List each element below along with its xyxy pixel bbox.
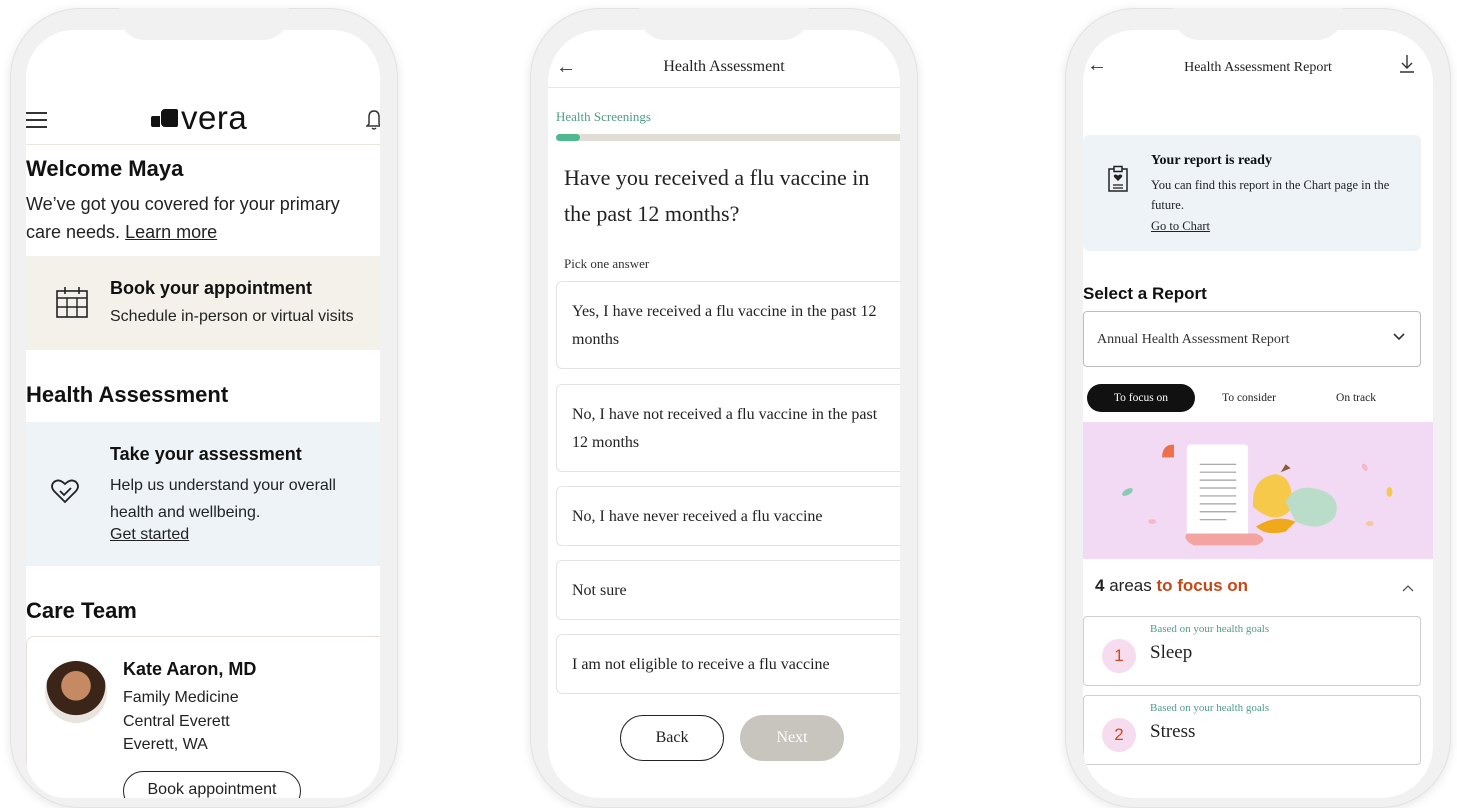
pick-one-label: Pick one answer — [564, 256, 650, 271]
book-card-title: Book your appointment — [110, 278, 312, 298]
report-tabs: To focus on To consider On track — [1087, 384, 1421, 412]
book-appointment-card[interactable]: Book your appointment Schedule in-person… — [26, 256, 380, 350]
answer-option[interactable]: No, I have never received a flu vaccine — [556, 486, 900, 546]
menu-icon[interactable] — [26, 112, 48, 128]
areas-accent: to focus on — [1156, 576, 1249, 595]
back-button[interactable]: Back — [620, 715, 724, 761]
chevron-up-icon[interactable] — [1401, 584, 1415, 593]
areas-count: 4 — [1095, 576, 1105, 595]
tab-on-track[interactable]: On track — [1315, 384, 1397, 412]
tab-to-consider[interactable]: To consider — [1199, 384, 1299, 412]
areas-heading: 4 areas to focus on — [1095, 576, 1248, 596]
calendar-icon — [56, 287, 88, 318]
report-screen: ← Health Assessment Report Your report i… — [1083, 30, 1433, 798]
report-select[interactable]: Annual Health Assessment Report — [1083, 311, 1421, 367]
welcome-section: Welcome Maya We’ve got you covered for y… — [26, 156, 366, 246]
area-number: 2 — [1102, 718, 1136, 752]
phone-notch — [119, 8, 289, 40]
report-illustration — [1083, 422, 1433, 559]
vera-logo-icon — [151, 109, 178, 127]
go-to-chart-link[interactable]: Go to Chart — [1151, 219, 1210, 234]
home-screen: vera Welcome Maya We’ve got you covered … — [26, 30, 380, 798]
area-based-on: Based on your health goals — [1150, 623, 1270, 635]
doctor-avatar — [45, 661, 107, 723]
learn-more-link[interactable]: Learn more — [125, 222, 217, 242]
health-assessment-heading: Health Assessment — [26, 382, 229, 407]
report-ready-text: You can find this report in the Chart pa… — [1151, 178, 1390, 212]
assessment-title: Health Assessment — [663, 58, 785, 75]
report-ready-title: Your report is ready — [1151, 153, 1272, 168]
care-team-heading: Care Team — [26, 598, 137, 623]
assessment-card-subtitle: Help us understand your overall health a… — [110, 477, 336, 521]
heart-check-icon — [51, 479, 79, 504]
progress-bar — [556, 134, 900, 141]
chevron-down-icon — [1393, 333, 1405, 341]
answer-option[interactable]: I am not eligible to receive a flu vacci… — [556, 634, 900, 694]
answer-option[interactable]: Yes, I have received a flu vaccine in th… — [556, 281, 900, 369]
progress-fill — [556, 134, 581, 141]
area-name: Stress — [1150, 721, 1196, 742]
download-icon[interactable] — [1399, 54, 1415, 74]
bell-icon[interactable] — [366, 107, 380, 131]
next-button[interactable]: Next — [740, 715, 844, 761]
doctor-name: Kate Aaron, MD — [123, 659, 257, 679]
take-assessment-card[interactable]: Take your assessment Help us understand … — [26, 422, 380, 566]
vera-logo[interactable]: vera — [151, 99, 247, 137]
assessment-screen: ← Health Assessment Health Screenings Ha… — [548, 30, 900, 798]
clipboard-heart-icon — [1108, 165, 1128, 192]
welcome-text: We’ve got you covered for your primary c… — [26, 190, 366, 246]
book-card-subtitle: Schedule in-person or virtual visits — [110, 308, 354, 325]
phone-notch — [639, 8, 809, 40]
book-appointment-button[interactable]: Book appointment — [123, 771, 301, 798]
phone-frame-home: vera Welcome Maya We’ve got you covered … — [10, 8, 398, 808]
report-illustration-art — [1122, 444, 1393, 546]
focus-area-card[interactable]: Based on your health goals 1 Sleep — [1083, 616, 1421, 686]
app-header: vera — [26, 65, 380, 145]
doctor-location: Central Everett — [123, 713, 230, 730]
get-started-link[interactable]: Get started — [110, 526, 189, 544]
assessment-card-title: Take your assessment — [110, 444, 302, 464]
areas-word: areas — [1109, 576, 1152, 595]
area-based-on: Based on your health goals — [1150, 702, 1270, 714]
area-name: Sleep — [1150, 642, 1193, 663]
phone-notch — [1173, 8, 1343, 40]
focus-area-card[interactable]: Based on your health goals 2 Stress — [1083, 695, 1421, 765]
answer-option[interactable]: Not sure — [556, 560, 900, 620]
area-number: 1 — [1102, 639, 1136, 673]
doctor-card[interactable]: Kate Aaron, MD Family Medicine Central E… — [26, 636, 380, 798]
doctor-city: Everett, WA — [123, 736, 208, 753]
question-text: Have you received a flu vaccine in the p… — [564, 165, 870, 226]
phone-frame-report: ← Health Assessment Report Your report i… — [1065, 8, 1451, 808]
tab-to-focus-on[interactable]: To focus on — [1087, 384, 1195, 412]
select-report-heading: Select a Report — [1083, 284, 1207, 303]
welcome-title: Welcome Maya — [26, 156, 184, 181]
report-title: Health Assessment Report — [1184, 60, 1332, 75]
doctor-specialty: Family Medicine — [123, 689, 239, 706]
phone-frame-assessment: ← Health Assessment Health Screenings Ha… — [530, 8, 918, 808]
answer-option[interactable]: No, I have not received a flu vaccine in… — [556, 384, 900, 472]
report-ready-card: Your report is ready You can find this r… — [1083, 135, 1421, 251]
section-label: Health Screenings — [556, 109, 651, 124]
logo-text: vera — [181, 99, 248, 136]
selected-report-value: Annual Health Assessment Report — [1097, 332, 1290, 347]
